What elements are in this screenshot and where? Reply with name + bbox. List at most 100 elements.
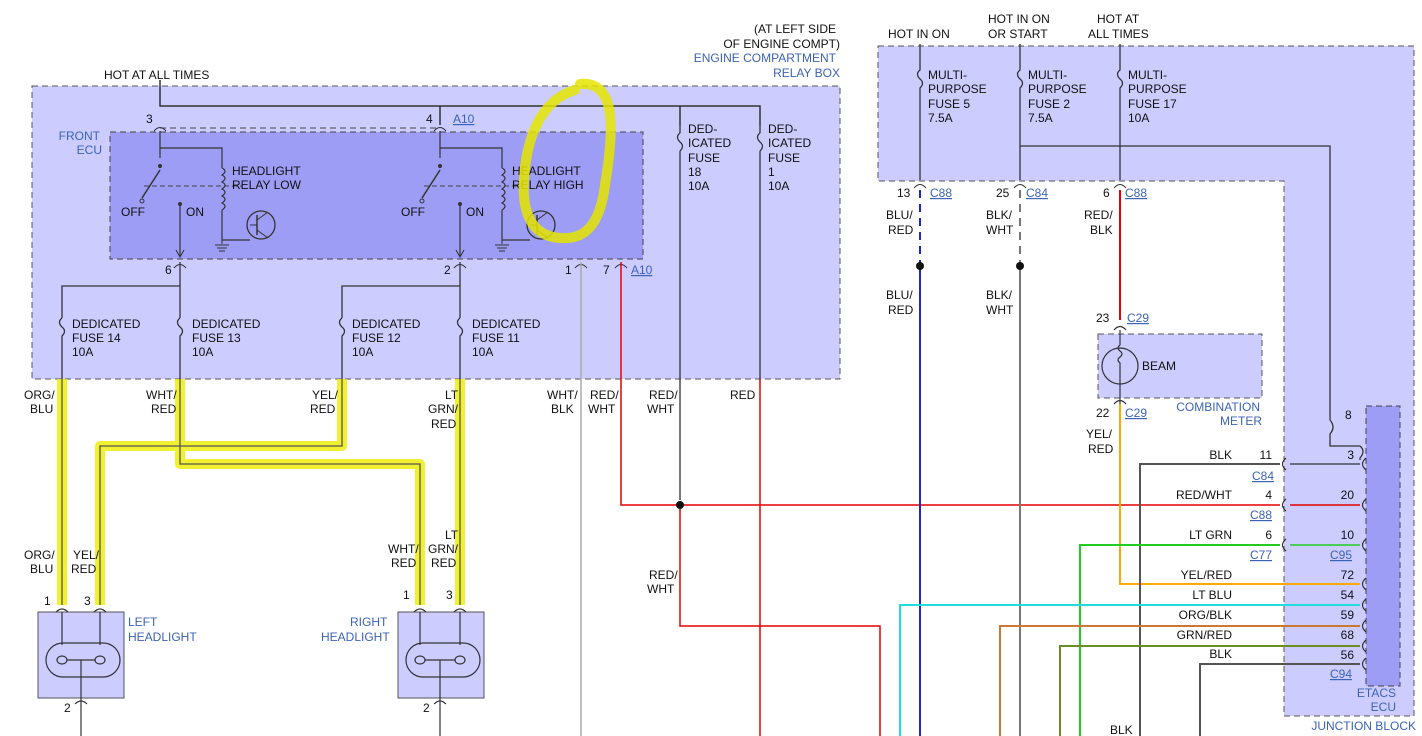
fuse13-2: FUSE 13	[192, 331, 241, 345]
fuse5-4: 7.5A	[928, 111, 953, 125]
splice-blkwht	[1016, 262, 1024, 270]
wire-yelred-a: YEL/	[312, 388, 339, 402]
w-redblk-a: RED/	[1084, 208, 1113, 222]
wire-redwht2-b: WHT	[647, 402, 675, 416]
fuse13-3: 10A	[192, 345, 213, 359]
pin-4: 4	[426, 112, 433, 126]
rh-w1a: WHT/	[388, 542, 419, 556]
jb-c88b[interactable]: C88	[1125, 186, 1147, 200]
rh-w3c: RED	[431, 556, 457, 570]
hot-all-2: ALL TIMES	[1088, 27, 1149, 41]
conn-a10[interactable]: A10	[453, 112, 475, 126]
lh-pin1: 1	[44, 594, 51, 608]
jb-c84a[interactable]: C84	[1026, 186, 1048, 200]
front-ecu-label-2: ECU	[77, 143, 102, 157]
ded1-3: FUSE	[768, 151, 800, 165]
rh-pin2: 2	[423, 701, 430, 715]
rh-label-2: HEADLIGHT	[321, 630, 390, 644]
fuse11-1: DEDICATED	[472, 317, 541, 331]
cm-yelred-a: YEL/	[1086, 427, 1113, 441]
etacs-w1: RED/WHT	[1176, 488, 1233, 502]
ded1-4: 1	[768, 165, 775, 179]
wire-whtred-b: RED	[151, 402, 177, 416]
etacs-ecu-box	[1365, 405, 1401, 687]
etacs-w3: YEL/RED	[1181, 568, 1233, 582]
relay-high-off: OFF	[401, 205, 425, 219]
hot-start-2: OR START	[988, 27, 1048, 41]
etacs-rp2: 10	[1341, 528, 1355, 542]
relay-box-location-2: OF ENGINE COMPT)	[723, 37, 840, 51]
fuse12-1: DEDICATED	[352, 317, 421, 331]
wire-whtblk-a: WHT/	[547, 388, 578, 402]
hot-start-1: HOT IN ON	[988, 12, 1050, 26]
fuse5-1: MULTI-	[928, 68, 967, 82]
fuse2-4: 7.5A	[1028, 111, 1053, 125]
wire-whtblk-b: BLK	[551, 402, 574, 416]
w-blured-a: BLU/	[886, 208, 913, 222]
fuse17-3: FUSE 17	[1128, 97, 1177, 111]
etacs-rp6: 68	[1341, 628, 1355, 642]
w-blkwht2-b: WHT	[986, 303, 1014, 317]
jb-name: JUNCTION BLOCK	[1311, 719, 1416, 733]
etacs-c2b[interactable]: C95	[1330, 548, 1352, 562]
etacs-label-1: ETACS	[1357, 686, 1396, 700]
cm-label-1: COMBINATION	[1176, 400, 1260, 414]
w-blured-b: RED	[888, 223, 914, 237]
fuse14-2: FUSE 14	[72, 331, 121, 345]
relay-high-on: ON	[466, 205, 484, 219]
fuse17-2: PURPOSE	[1128, 82, 1187, 96]
wire-orgblu-a: ORG/	[24, 388, 55, 402]
etacs-c7[interactable]: C94	[1330, 667, 1352, 681]
rh-label-1: RIGHT	[350, 615, 388, 629]
etacs-w2: LT GRN	[1189, 528, 1232, 542]
cm-c29b[interactable]: C29	[1125, 406, 1147, 420]
fuse12-3: 10A	[352, 345, 373, 359]
jb-c88a[interactable]: C88	[930, 186, 952, 200]
w-blured2-a: BLU/	[886, 288, 913, 302]
w-blkwht-b: WHT	[986, 223, 1014, 237]
lh-w1a: ORG/	[24, 548, 55, 562]
hot-in-on: HOT IN ON	[888, 27, 950, 41]
front-ecu-label-1: FRONT	[59, 129, 101, 143]
etacs-rp0: 3	[1347, 448, 1354, 462]
wire-red: RED	[730, 388, 756, 402]
relay-box-name-1: ENGINE COMPARTMENT	[694, 51, 837, 65]
lh-label-1: LEFT	[128, 615, 158, 629]
wire-orgblu-b: BLU	[30, 402, 53, 416]
ded1-1: DED-	[768, 122, 797, 136]
fuse13-1: DEDICATED	[192, 317, 261, 331]
fuse17-4: 10A	[1128, 111, 1149, 125]
cm-label-2: METER	[1220, 414, 1262, 428]
etacs-c1[interactable]: C88	[1250, 508, 1272, 522]
ded18-5: 10A	[688, 179, 709, 193]
cm-p23: 23	[1096, 311, 1110, 325]
splice-dot	[676, 501, 684, 509]
etacs-w0: BLK	[1209, 448, 1232, 462]
etacs-p8: 8	[1345, 408, 1352, 422]
right-headlight-box	[397, 611, 485, 699]
fuse17-1: MULTI-	[1128, 68, 1167, 82]
conn-a10-b[interactable]: A10	[631, 263, 653, 277]
wire-redwht1-b: WHT	[588, 402, 616, 416]
cm-yelred-b: RED	[1088, 442, 1114, 456]
etacs-c0[interactable]: C84	[1252, 469, 1274, 483]
wire-redwht1-a: RED/	[590, 388, 619, 402]
wire-ltgrn-b: GRN/	[428, 402, 459, 416]
fuse5-3: FUSE 5	[928, 97, 970, 111]
etacs-rp3: 72	[1341, 568, 1355, 582]
pin-2: 2	[444, 263, 451, 277]
w-redblk-b: BLK	[1090, 223, 1113, 237]
etacs-c2[interactable]: C77	[1250, 548, 1272, 562]
cm-c29a[interactable]: C29	[1127, 311, 1149, 325]
wire-redwht3-a: RED/	[649, 568, 678, 582]
lh-label-2: HEADLIGHT	[128, 630, 197, 644]
lh-w1b: BLU	[30, 562, 53, 576]
rh-w3a: LT	[445, 528, 459, 542]
wire-redwht3-b: WHT	[647, 582, 675, 596]
lh-pin3: 3	[84, 594, 91, 608]
ded18-1: DED-	[688, 122, 717, 136]
w-blkwht2-a: BLK/	[986, 288, 1013, 302]
fuse14-1: DEDICATED	[72, 317, 141, 331]
fuse11-3: 10A	[472, 345, 493, 359]
hot-all-1: HOT AT	[1097, 12, 1140, 26]
